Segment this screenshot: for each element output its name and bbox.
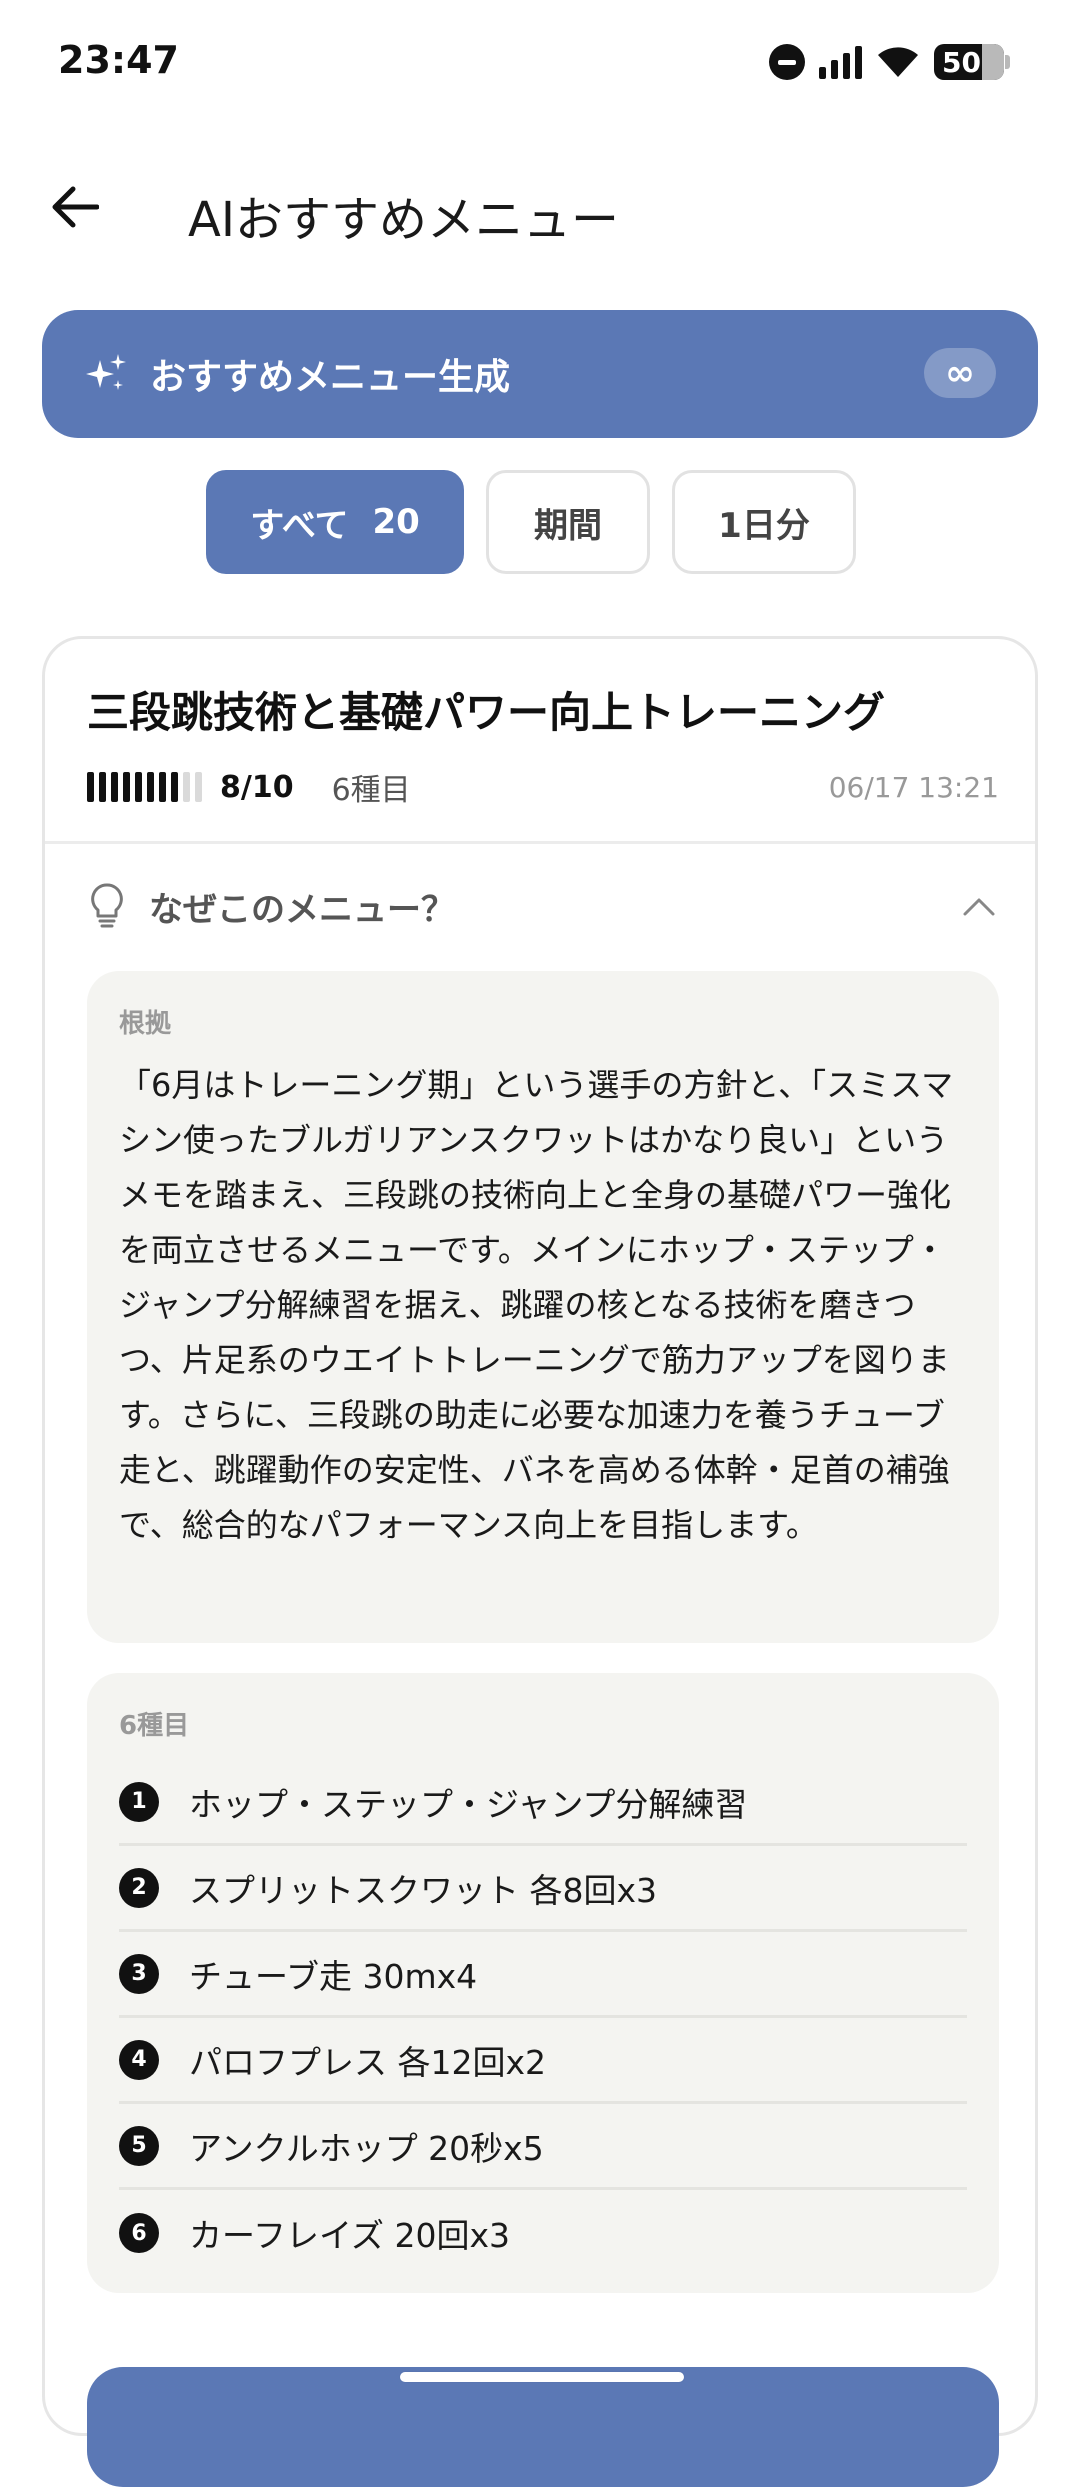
lightbulb-icon (91, 883, 123, 928)
wifi-icon (878, 47, 918, 77)
why-this-menu-toggle[interactable]: なぜこのメニュー？ (87, 871, 999, 941)
arrow-left-icon (52, 186, 99, 228)
filter-tab-all-count: 20 (372, 502, 420, 542)
reason-text: 「6月はトレーニング期」という選手の方針と、「スミスマシン使ったブルガリアンスク… (119, 1066, 954, 1544)
generate-menu-button[interactable]: おすすめメニュー生成 ∞ (42, 310, 1038, 438)
intensity-bar (147, 772, 154, 802)
page-title: AIおすすめメニュー (188, 192, 619, 248)
created-date: 06/17 13:21 (828, 770, 999, 804)
status-bar: 23:47 50 (0, 0, 1080, 130)
exercise-name: チューブ走 30mx4 (189, 1956, 478, 1996)
exercise-number: 6 (119, 2213, 159, 2253)
app-bar: AIおすすめメニュー (0, 150, 1080, 270)
filter-tab-all-label: すべて (250, 505, 349, 546)
home-indicator[interactable] (400, 2372, 684, 2382)
intensity-bar (111, 772, 118, 802)
filter-tab-period-label: 期間 (534, 505, 602, 546)
intensity-meter (87, 772, 202, 802)
intensity-bar (195, 772, 202, 802)
exercise-panel: 6種目 1 ホップ・ステップ・ジャンプ分解練習 2 スプリットスクワット 各8回… (87, 1673, 999, 2293)
menu-meta: 8/10 6種目 06/17 13:21 (87, 767, 999, 808)
exercise-number: 4 (119, 2039, 159, 2080)
list-item: 3 チューブ走 30mx4 (119, 1932, 967, 2018)
list-item: 1 ホップ・ステップ・ジャンプ分解練習 (119, 1760, 967, 1846)
use-menu-button[interactable] (87, 2367, 999, 2487)
exercise-number: 5 (119, 2125, 159, 2166)
exercise-name: パロフプレス 各12回x2 (189, 2042, 547, 2082)
exercise-name: アンクルホップ 20秒x5 (189, 2128, 544, 2168)
intensity-bar (135, 772, 142, 802)
remaining-count-badge: ∞ (924, 348, 996, 398)
filter-tabs: すべて 20 期間 1日分 (206, 470, 856, 574)
status-time: 23:47 (58, 38, 179, 82)
reason-panel: 根拠 「6月はトレーニング期」という選手の方針と、「スミスマシン使ったブルガリア… (87, 971, 999, 1643)
why-this-menu-label: なぜこのメニュー？ (149, 889, 455, 930)
intensity-bar (183, 772, 190, 802)
signal-icon (819, 45, 862, 79)
filter-tab-daily[interactable]: 1日分 (672, 470, 856, 574)
exercise-number: 1 (119, 1781, 159, 1822)
sparkle-icon (86, 354, 126, 390)
list-item: 4 パロフプレス 各12回x2 (119, 2018, 967, 2104)
exercise-name: スプリットスクワット 各8回x3 (189, 1870, 658, 1910)
filter-tab-all[interactable]: すべて 20 (206, 470, 464, 574)
intensity-bar (159, 772, 166, 802)
exercise-number: 2 (119, 1867, 159, 1908)
do-not-disturb-icon (769, 44, 805, 80)
reason-label: 根拠 (119, 1009, 172, 1039)
exercise-list: 1 ホップ・ステップ・ジャンプ分解練習 2 スプリットスクワット 各8回x3 3… (119, 1760, 967, 2276)
filter-tab-daily-label: 1日分 (718, 505, 810, 546)
divider (45, 841, 1035, 844)
menu-card[interactable]: 三段跳技術と基礎パワー向上トレーニング 8/10 6種目 06/17 13:21… (42, 636, 1038, 2487)
intensity-value: 8/10 (220, 769, 294, 805)
battery-level: 50 (942, 45, 981, 79)
chevron-up-icon[interactable] (959, 886, 999, 926)
generate-menu-label: おすすめメニュー生成 (150, 357, 511, 398)
battery-icon: 50 (934, 44, 1010, 80)
intensity-bar (123, 772, 130, 802)
exercise-list-label: 6種目 (119, 1711, 190, 1741)
intensity-bar (99, 772, 106, 802)
filter-tab-period[interactable]: 期間 (486, 470, 650, 574)
menu-title: 三段跳技術と基礎パワー向上トレーニング (87, 688, 886, 737)
list-item: 6 カーフレイズ 20回x3 (119, 2190, 967, 2276)
exercise-number: 3 (119, 1953, 159, 1994)
list-item: 5 アンクルホップ 20秒x5 (119, 2104, 967, 2190)
intensity-bar (171, 772, 178, 802)
exercise-count: 6種目 (331, 773, 411, 808)
exercise-name: カーフレイズ 20回x3 (189, 2216, 511, 2255)
status-icons: 50 (769, 44, 1010, 80)
list-item: 2 スプリットスクワット 各8回x3 (119, 1846, 967, 1932)
exercise-name: ホップ・ステップ・ジャンプ分解練習 (189, 1784, 748, 1824)
back-button[interactable] (40, 172, 110, 242)
intensity-bar (87, 772, 94, 802)
